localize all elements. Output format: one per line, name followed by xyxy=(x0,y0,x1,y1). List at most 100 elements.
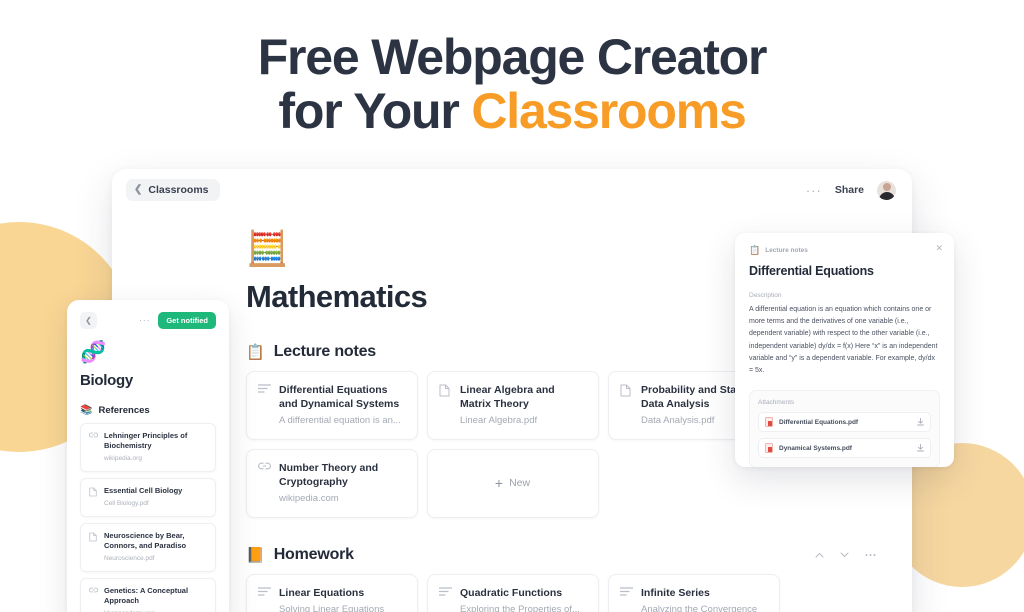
link-icon xyxy=(89,431,98,463)
list-item-title: Genetics: A Conceptual Approach xyxy=(104,586,189,605)
biology-panel: ❮ ··· Get notified 🧬 Biology 📚 Reference… xyxy=(67,300,229,612)
section-actions xyxy=(815,552,876,558)
card-title: Infinite Series xyxy=(641,587,710,599)
card-infinite-series[interactable]: Infinite Series Analyzing the Convergenc… xyxy=(608,574,780,612)
card-subtitle: Linear Algebra.pdf xyxy=(460,415,538,426)
list-item-title: Lehninger Principles of Biochemistry xyxy=(104,431,188,450)
file-icon xyxy=(89,486,98,508)
references-section-title: References xyxy=(98,405,150,416)
popup-tag: 📋 Lecture notes xyxy=(749,246,940,255)
ellipsis-icon[interactable]: ··· xyxy=(139,315,151,326)
page-title: Free Webpage Creator for Your Classrooms xyxy=(0,30,1024,138)
card-text: Linear Algebra and Matrix Theory Linear … xyxy=(460,383,586,427)
back-to-classrooms-button[interactable]: ❮ Classrooms xyxy=(126,179,220,201)
clipboard-emoji: 📋 xyxy=(749,245,761,255)
card-title: Number Theory and Cryptography xyxy=(279,462,379,488)
list-item-text: Genetics: A Conceptual Approach khanacad… xyxy=(104,586,207,612)
card-subtitle: Exploring the Properties of... xyxy=(460,604,580,612)
popup-title: Differential Equations xyxy=(749,264,874,278)
toolbar-right-group: ··· Share xyxy=(806,180,896,200)
download-icon[interactable] xyxy=(917,444,924,452)
card-subtitle: wikipedia.com xyxy=(279,493,339,504)
card-title: Differential Equations and Dynamical Sys… xyxy=(279,384,400,410)
card-title: Linear Algebra and Matrix Theory xyxy=(460,384,555,410)
dna-emoji: 🧬 xyxy=(80,341,107,364)
biology-toolbar: ❮ ··· Get notified xyxy=(80,312,216,329)
pdf-icon xyxy=(765,417,773,428)
attachment-row[interactable]: Dynamical Systems.pdf xyxy=(758,438,931,459)
avatar[interactable] xyxy=(877,180,896,200)
plus-icon: + xyxy=(494,475,504,491)
hero-line-2-accent: Classrooms xyxy=(471,83,746,139)
close-icon[interactable]: ✕ xyxy=(935,244,943,253)
list-item-text: Lehninger Principles of Biochemistry wik… xyxy=(104,431,207,463)
text-lines-icon xyxy=(620,586,633,612)
back-button[interactable]: ❮ xyxy=(80,312,97,329)
chevron-down-icon[interactable] xyxy=(840,552,849,558)
section-header: 📙 Homework xyxy=(246,546,882,564)
section-homework: 📙 Homework Linear Equations Solving Line… xyxy=(246,546,882,612)
card-subtitle: A differential equation is an... xyxy=(279,415,401,426)
card-text: Infinite Series Analyzing the Convergenc… xyxy=(641,586,767,612)
avatar-head xyxy=(882,182,891,191)
avatar-body xyxy=(878,191,895,200)
get-notified-button[interactable]: Get notified xyxy=(158,312,216,329)
card-text: Quadratic Functions Exploring the Proper… xyxy=(460,586,580,612)
books-emoji: 📚 xyxy=(80,404,93,416)
list-item-title: Essential Cell Biology xyxy=(104,486,183,495)
attachments-label: Attachments xyxy=(758,399,795,407)
description-label: Description xyxy=(749,292,782,299)
new-button-label: New xyxy=(509,477,531,489)
share-button[interactable]: Share xyxy=(835,184,864,196)
link-icon xyxy=(89,586,98,612)
lecture-note-detail-popup: ✕ 📋 Lecture notes Differential Equations… xyxy=(735,233,954,467)
homework-card-grid: Linear Equations Solving Linear Equation… xyxy=(246,574,882,612)
card-title: Quadratic Functions xyxy=(460,587,563,599)
text-lines-icon xyxy=(258,383,271,427)
popup-tag-label: Lecture notes xyxy=(765,247,808,254)
card-differential-equations[interactable]: Differential Equations and Dynamical Sys… xyxy=(246,371,418,440)
biology-title: Biology xyxy=(80,372,133,389)
references-section-header: 📚 References xyxy=(80,405,216,416)
list-item-subtitle: Cell Biology.pdf xyxy=(104,500,149,507)
card-text: Linear Equations Solving Linear Equation… xyxy=(279,586,405,612)
list-item-subtitle: wikipedia.org xyxy=(104,455,142,462)
list-item-subtitle: Neuroscience.pdf xyxy=(104,555,155,562)
card-quadratic-functions[interactable]: Quadratic Functions Exploring the Proper… xyxy=(427,574,599,612)
section-title: Homework xyxy=(273,546,354,563)
back-button-label: Classrooms xyxy=(148,184,209,196)
hero-heading: Free Webpage Creator for Your Classrooms xyxy=(0,30,1024,138)
list-item[interactable]: Essential Cell Biology Cell Biology.pdf xyxy=(80,478,216,517)
attachment-row[interactable]: Differential Equations.pdf xyxy=(758,412,931,433)
list-item-text: Neuroscience by Bear, Connors, and Parad… xyxy=(104,531,207,563)
link-icon xyxy=(258,461,271,505)
description-text: A differential equation is an equation w… xyxy=(749,306,938,375)
card-linear-algebra[interactable]: Linear Algebra and Matrix Theory Linear … xyxy=(427,371,599,440)
list-item[interactable]: Neuroscience by Bear, Connors, and Parad… xyxy=(80,523,216,572)
list-item-title: Neuroscience by Bear, Connors, and Parad… xyxy=(104,531,187,550)
card-subtitle: Analyzing the Convergence and... xyxy=(641,604,758,612)
ellipsis-icon[interactable]: ··· xyxy=(806,184,822,197)
card-text: Number Theory and Cryptography wikipedia… xyxy=(279,461,405,505)
download-icon[interactable] xyxy=(917,418,924,426)
card-linear-equations[interactable]: Linear Equations Solving Linear Equation… xyxy=(246,574,418,612)
section-title: Lecture notes xyxy=(273,343,377,360)
page-root: Free Webpage Creator for Your Classrooms… xyxy=(0,0,1024,612)
orange-book-emoji: 📙 xyxy=(246,546,265,564)
list-item-text: Essential Cell Biology Cell Biology.pdf xyxy=(104,486,182,508)
card-text: Differential Equations and Dynamical Sys… xyxy=(279,383,405,427)
ellipsis-icon[interactable] xyxy=(865,553,876,557)
card-title: Linear Equations xyxy=(279,587,365,599)
chevron-up-icon[interactable] xyxy=(815,552,824,558)
list-item[interactable]: Genetics: A Conceptual Approach khanacad… xyxy=(80,578,216,612)
chevron-left-icon: ❮ xyxy=(134,184,143,195)
attachment-name: Dynamical Systems.pdf xyxy=(779,444,852,452)
add-new-lecture-note-button[interactable]: + New xyxy=(427,449,599,518)
text-lines-icon xyxy=(439,586,452,612)
file-icon xyxy=(439,383,452,427)
list-item[interactable]: Lehninger Principles of Biochemistry wik… xyxy=(80,423,216,472)
card-subtitle: Solving Linear Equations Using... xyxy=(279,604,385,612)
file-icon xyxy=(620,383,633,427)
card-number-theory[interactable]: Number Theory and Cryptography wikipedia… xyxy=(246,449,418,518)
text-lines-icon xyxy=(258,586,271,612)
